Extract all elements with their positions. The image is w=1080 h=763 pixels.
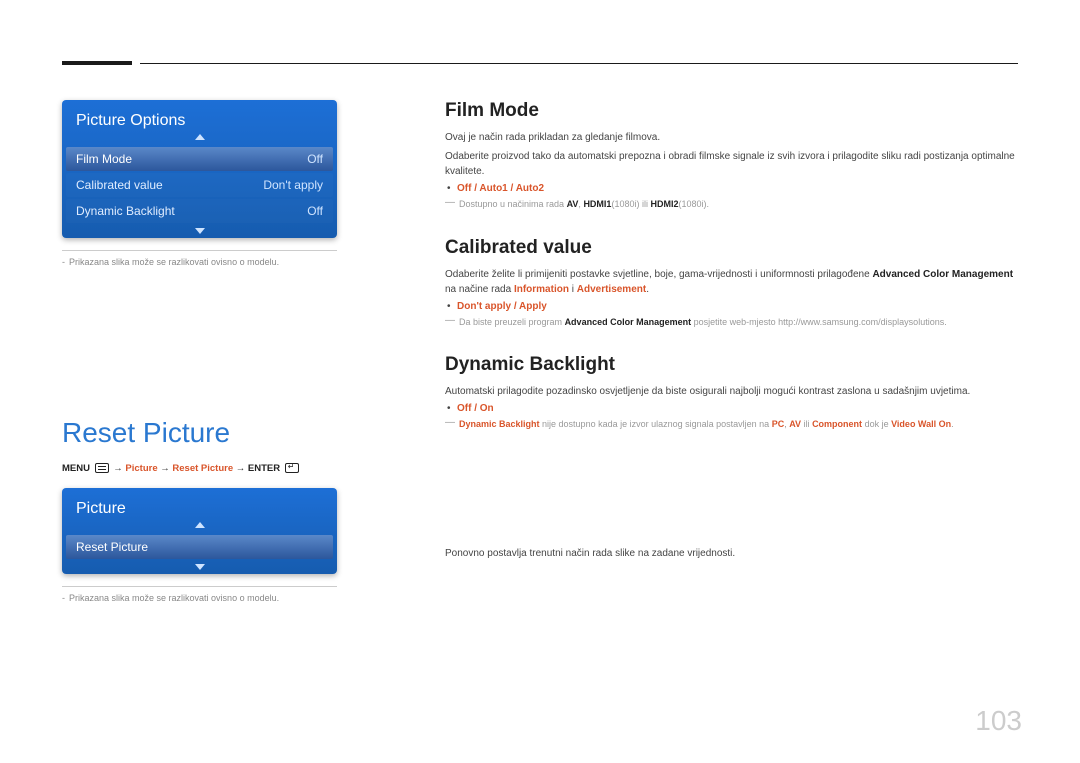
menu-row-dynamic-backlight[interactable]: Dynamic Backlight Off	[66, 199, 333, 223]
caption: -Prikazana slika može se razlikovati ovi…	[62, 250, 337, 267]
option-list: Off / Auto1 / Auto2	[445, 183, 1020, 194]
bc-arrow: →	[113, 463, 125, 474]
fn-text: (1080i).	[678, 199, 709, 209]
bc-arrow: →	[160, 463, 172, 474]
fn-hdmi2: HDMI2	[650, 199, 678, 209]
page-number: 103	[975, 705, 1022, 737]
heading-reset-picture: Reset Picture	[62, 417, 337, 449]
scroll-up-icon[interactable]	[62, 522, 337, 532]
left-column: Picture Options Film Mode Off Calibrated…	[62, 100, 337, 603]
fn-hl: Video Wall On	[891, 419, 951, 429]
fn-text: ili	[639, 199, 650, 209]
txt: Odaberite želite li primijeniti postavke…	[445, 269, 872, 280]
fn-text: .	[951, 419, 954, 429]
bc-enter: ENTER	[248, 463, 280, 474]
bc-arrow: →	[236, 463, 248, 474]
body-text: Ovaj je način rada prikladan za gledanje…	[445, 130, 1020, 145]
fn-text: (1080i)	[611, 199, 639, 209]
section-calibrated: Calibrated value Odaberite želite li pri…	[445, 237, 1020, 329]
menu-button-icon	[95, 463, 109, 473]
menu-rows: Film Mode Off Calibrated value Don't app…	[62, 144, 337, 228]
menu-row-reset-picture[interactable]: Reset Picture	[66, 535, 333, 559]
fn-bold: Advanced Color Management	[565, 317, 692, 327]
menu-row-value: Off	[307, 152, 323, 166]
menu-title: Picture	[62, 488, 337, 522]
scroll-down-icon[interactable]	[62, 564, 337, 574]
bc-reset: Reset Picture	[172, 463, 233, 474]
fn-hl: PC	[772, 419, 785, 429]
txt: i	[569, 284, 577, 295]
reset-description: Ponovno postavlja trenutni način rada sl…	[445, 548, 1020, 559]
option-list: Don't apply / Apply	[445, 301, 1020, 312]
options: Off / Auto1 / Auto2	[457, 183, 544, 194]
options: Off / On	[457, 403, 494, 414]
menu-row-calibrated[interactable]: Calibrated value Don't apply	[66, 173, 333, 197]
footnote: Dostupno u načinima rada AV, HDMI1(1080i…	[445, 198, 1020, 211]
menu-row-label: Reset Picture	[76, 540, 148, 554]
fn-text: dok je	[862, 419, 891, 429]
breadcrumb: MENU → Picture → Reset Picture → ENTER	[62, 463, 337, 474]
txt-hl: Advertisement	[577, 284, 646, 295]
fn-hl: AV	[789, 419, 801, 429]
menu-row-label: Film Mode	[76, 152, 132, 166]
menu-row-film-mode[interactable]: Film Mode Off	[66, 147, 333, 171]
fn-text: Dostupno u načinima rada	[459, 199, 567, 209]
caption: -Prikazana slika može se razlikovati ovi…	[62, 586, 337, 603]
fn-hdmi1: HDMI1	[583, 199, 611, 209]
section-dynamic-backlight: Dynamic Backlight Automatski prilagodite…	[445, 354, 1020, 431]
caption-text: Prikazana slika može se razlikovati ovis…	[69, 257, 279, 267]
menu-rows: Reset Picture	[62, 532, 337, 564]
section-title: Dynamic Backlight	[445, 354, 1020, 376]
section-title: Film Mode	[445, 100, 1020, 122]
menu-row-value: Off	[307, 204, 323, 218]
txt-bold: Advanced Color Management	[872, 269, 1013, 280]
scroll-down-icon[interactable]	[62, 228, 337, 238]
footnote: Da biste preuzeli program Advanced Color…	[445, 316, 1020, 329]
menu-row-label: Dynamic Backlight	[76, 204, 175, 218]
options: Don't apply / Apply	[457, 301, 547, 312]
bc-picture: Picture	[125, 463, 157, 474]
header-rule	[140, 63, 1018, 64]
fn-hl: Dynamic Backlight	[459, 419, 540, 429]
menu-picture: Picture Reset Picture	[62, 488, 337, 574]
header-accent-bar	[62, 61, 132, 65]
menu-row-value: Don't apply	[263, 178, 323, 192]
footnote: Dynamic Backlight nije dostupno kada je …	[445, 418, 1020, 431]
bc-menu: MENU	[62, 463, 90, 474]
body-text: Automatski prilagodite pozadinsko osvjet…	[445, 384, 1020, 399]
fn-text: ili	[801, 419, 812, 429]
menu-title: Picture Options	[62, 100, 337, 134]
fn-hl: Component	[812, 419, 862, 429]
body-text: Odaberite proizvod tako da automatski pr…	[445, 149, 1020, 179]
section-title: Calibrated value	[445, 237, 1020, 259]
txt: na načine rada	[445, 284, 514, 295]
fn-av: AV	[567, 199, 579, 209]
scroll-up-icon[interactable]	[62, 134, 337, 144]
body-text: Odaberite želite li primijeniti postavke…	[445, 267, 1020, 297]
right-column: Film Mode Ovaj je način rada prikladan z…	[445, 100, 1020, 457]
menu-picture-options: Picture Options Film Mode Off Calibrated…	[62, 100, 337, 238]
option-list: Off / On	[445, 403, 1020, 414]
fn-text: nije dostupno kada je izvor ulaznog sign…	[540, 419, 772, 429]
fn-text: posjetite web-mjesto http://www.samsung.…	[691, 317, 947, 327]
section-film-mode: Film Mode Ovaj je način rada prikladan z…	[445, 100, 1020, 211]
txt-hl: Information	[514, 284, 569, 295]
caption-text: Prikazana slika može se razlikovati ovis…	[69, 593, 279, 603]
fn-text: Da biste preuzeli program	[459, 317, 565, 327]
enter-button-icon	[285, 463, 299, 473]
txt: .	[646, 284, 649, 295]
menu-row-label: Calibrated value	[76, 178, 163, 192]
